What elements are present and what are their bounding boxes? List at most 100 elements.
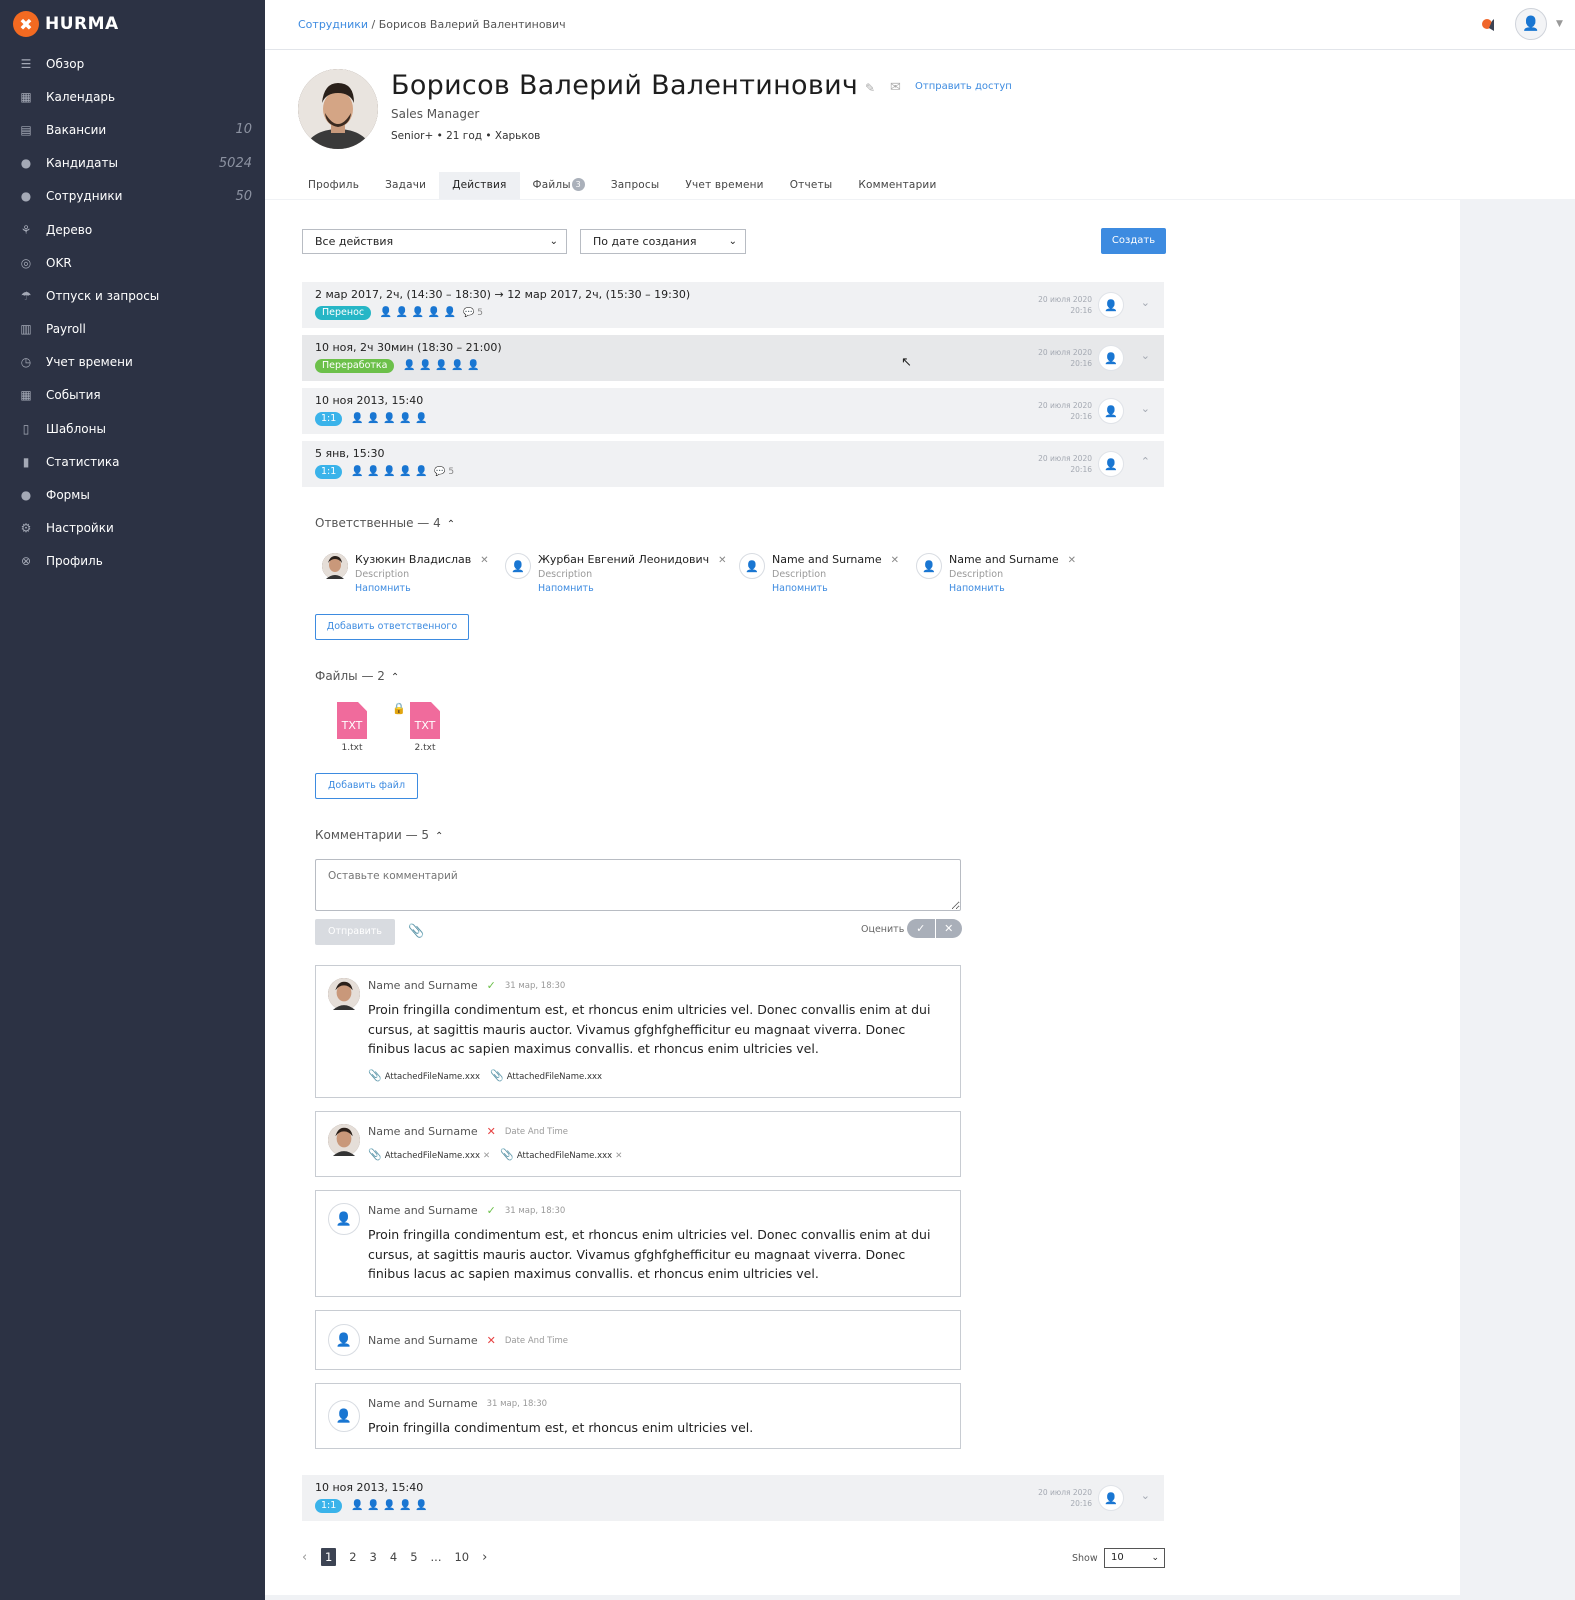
sidebar-item-statistics[interactable]: ▮ Статистика — [0, 445, 265, 478]
check-icon[interactable]: ✓ — [907, 919, 935, 938]
sidebar-item-vacancies[interactable]: ▤ Вакансии 10 — [0, 113, 265, 146]
hurma-logo-icon: ✖ — [13, 11, 39, 37]
sidebar-item-events[interactable]: ▦ События — [0, 379, 265, 412]
statistics-icon: ▮ — [22, 454, 30, 469]
remove-icon[interactable]: ✕ — [718, 555, 726, 566]
file-item[interactable]: TXT 1.txt — [332, 702, 372, 753]
sidebar-item-overview[interactable]: ☰ Обзор — [0, 47, 265, 80]
tab-profile[interactable]: Профиль — [295, 172, 372, 199]
mail-icon[interactable]: ✉ — [890, 80, 901, 95]
tab-files[interactable]: Файлы 3 — [520, 172, 598, 199]
paperclip-icon[interactable]: 📎 — [408, 924, 424, 939]
action-row-expanded[interactable]: 5 янв, 15:30 1:1 👤 👤 👤 👤 👤 💬 5 20 июля 2020 2… — [302, 441, 1164, 487]
add-responsible-button[interactable]: Добавить ответственного — [315, 614, 469, 640]
sidebar-item-profile[interactable]: ⊗ Профиль — [0, 545, 265, 578]
sidebar-item-templates[interactable]: ▯ Шаблоны — [0, 412, 265, 445]
sidebar-item-candidates[interactable]: ● Кандидаты 5024 — [0, 147, 265, 180]
page-link[interactable]: 2 — [349, 1550, 356, 1564]
chevron-down-icon[interactable]: ⌄ — [1141, 296, 1150, 309]
paperclip-icon: 📎 — [368, 1148, 382, 1161]
tab-requests[interactable]: Запросы — [598, 172, 673, 199]
chevron-down-icon[interactable]: ⌄ — [1141, 349, 1150, 362]
page-size-select[interactable]: 10 ⌄ — [1104, 1548, 1165, 1568]
profile-meta: Senior+ • 21 год • Харьков — [391, 130, 541, 142]
edit-icon[interactable]: ✎ — [865, 81, 875, 95]
file-ext: TXT — [341, 719, 363, 732]
attachment[interactable]: 📎 AttachedFileName.xxx — [490, 1069, 602, 1082]
tab-reports[interactable]: Отчеты — [777, 172, 846, 199]
action-title: 10 ноя, 2ч 30мин (18:30 – 21:00) — [315, 341, 502, 354]
sidebar-item-vacation[interactable]: ☂ Отпуск и запросы — [0, 279, 265, 312]
attachment[interactable]: 📎 AttachedFileName.xxx ✕ — [368, 1148, 490, 1161]
tab-tasks[interactable]: Задачи — [372, 172, 439, 199]
sidebar-item-time-tracking[interactable]: ◷ Учет времени — [0, 346, 265, 379]
tab-comments[interactable]: Комментарии — [845, 172, 949, 199]
remind-link[interactable]: Напомнить — [772, 583, 828, 594]
calendar-icon: ▦ — [20, 89, 32, 104]
logo[interactable]: ✖ HURMA — [13, 11, 119, 37]
file-item[interactable]: TXT 2.txt — [405, 702, 445, 753]
user-avatar[interactable]: 👤 — [1515, 8, 1547, 40]
remove-icon[interactable]: ✕ — [480, 555, 488, 566]
sidebar-item-settings[interactable]: ⚙ Настройки — [0, 512, 265, 545]
rate-toggle[interactable]: ✓ ✕ — [907, 919, 962, 938]
action-row[interactable]: 10 ноя, 2ч 30мин (18:30 – 21:00) Перераб… — [302, 335, 1164, 381]
tab-time-tracking[interactable]: Учет времени — [672, 172, 776, 199]
person-icon: 👤 — [383, 1500, 396, 1511]
page-link[interactable]: 5 — [410, 1550, 417, 1564]
action-row[interactable]: 10 ноя 2013, 15:40 1:1 👤 👤 👤 👤 👤 20 июля 202… — [302, 388, 1164, 434]
chevron-down-icon[interactable]: ⌄ — [1141, 402, 1150, 415]
remind-link[interactable]: Напомнить — [355, 583, 411, 594]
comment-date: Date And Time — [504, 1335, 568, 1346]
sidebar-item-label: Шаблоны — [46, 421, 106, 436]
tab-actions[interactable]: Действия — [439, 172, 520, 199]
notifications-icon[interactable] — [1479, 17, 1495, 33]
comment-input[interactable] — [315, 859, 961, 911]
action-created-date: 20 июля 2020 — [1038, 295, 1092, 304]
comments-section-title[interactable]: Комментарии — 5 ⌃ — [315, 828, 443, 842]
breadcrumb-link-employees[interactable]: Сотрудники — [298, 18, 368, 31]
page-link-active[interactable]: 1 — [321, 1548, 337, 1566]
sidebar-item-tree[interactable]: ⚘ Дерево — [0, 213, 265, 246]
chevron-up-icon[interactable]: ⌃ — [1141, 455, 1150, 468]
action-created-time: 20:16 — [1070, 359, 1092, 368]
chevron-down-icon[interactable]: ⌄ — [1141, 1489, 1150, 1502]
remove-attachment-icon[interactable]: ✕ — [615, 1151, 622, 1161]
add-file-button[interactable]: Добавить файл — [315, 773, 418, 799]
responsible-description: Description — [949, 569, 1004, 580]
remove-icon[interactable]: ✕ — [1068, 555, 1076, 566]
attachment[interactable]: 📎 AttachedFileName.xxx ✕ — [500, 1148, 622, 1161]
sidebar-item-forms[interactable]: ● Формы — [0, 478, 265, 511]
send-access-link[interactable]: Отправить доступ — [915, 81, 1012, 92]
send-comment-button[interactable]: Отправить — [315, 919, 395, 945]
sort-select[interactable]: По дате создания ⌄ — [580, 229, 746, 254]
chevron-left-icon[interactable]: ‹ — [302, 1550, 307, 1565]
remove-icon[interactable]: ✕ — [891, 555, 899, 566]
action-type-select[interactable]: Все действия ⌄ — [302, 229, 567, 254]
user-menu-caret-icon[interactable]: ▼ — [1556, 19, 1563, 29]
remind-link[interactable]: Напомнить — [538, 583, 594, 594]
action-tag: Переработка — [315, 359, 395, 373]
paperclip-icon: 📎 — [368, 1069, 382, 1082]
mouse-cursor-icon: ↖ — [901, 355, 912, 370]
person-approved-icon: 👤 — [379, 307, 393, 318]
close-icon[interactable]: ✕ — [934, 919, 963, 938]
files-section-title[interactable]: Файлы — 2 ⌃ — [315, 669, 399, 683]
lock-icon[interactable]: 🔒 — [392, 702, 406, 715]
sidebar-item-employees[interactable]: ● Сотрудники 50 — [0, 180, 265, 213]
create-button[interactable]: Создать — [1101, 228, 1166, 254]
action-row[interactable]: 10 ноя 2013, 15:40 1:1 👤 👤 👤 👤 👤 20 июля 202… — [302, 1475, 1164, 1521]
chevron-right-icon[interactable]: › — [482, 1550, 487, 1565]
time-tracking-icon: ◷ — [20, 355, 32, 370]
page-link[interactable]: 3 — [370, 1550, 377, 1564]
page-link[interactable]: 10 — [454, 1550, 469, 1564]
attachment[interactable]: 📎 AttachedFileName.xxx — [368, 1069, 480, 1082]
action-row[interactable]: 2 мар 2017, 2ч, (14:30 – 18:30) → 12 мар… — [302, 282, 1164, 328]
sidebar-item-payroll[interactable]: ▥ Payroll — [0, 313, 265, 346]
sidebar-item-calendar[interactable]: ▦ Календарь — [0, 80, 265, 113]
sidebar-item-okr[interactable]: ◎ OKR — [0, 246, 265, 279]
remove-attachment-icon[interactable]: ✕ — [483, 1151, 490, 1161]
remind-link[interactable]: Напомнить — [949, 583, 1005, 594]
page-link[interactable]: 4 — [390, 1550, 397, 1564]
responsible-section-title[interactable]: Ответственные — 4 ⌃ — [315, 516, 455, 530]
